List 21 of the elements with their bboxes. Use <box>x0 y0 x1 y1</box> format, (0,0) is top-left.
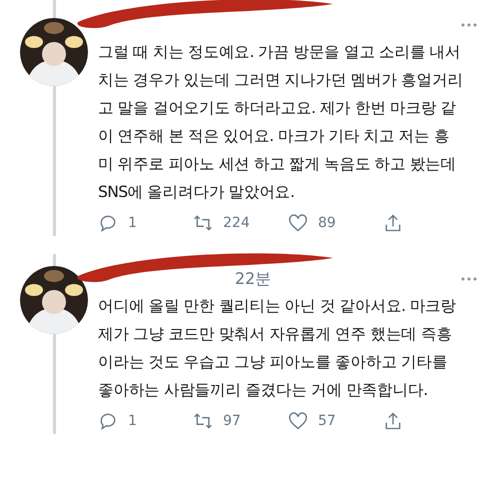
reply-icon[interactable] <box>98 411 118 431</box>
heart-icon[interactable] <box>288 213 308 233</box>
reply-icon[interactable] <box>98 213 118 233</box>
avatar[interactable] <box>20 266 88 334</box>
tweet-text: 어디에 올릴 만한 퀄리티는 아닌 것 같아서요. 마크랑 제가 그냥 코드만 맞춰서 자유롭게 연주 했는데 즉흥이라는 것도 우습고 그냥 피아노를 좋아하고 기타를 좋아하는 사람들끼리 즐겼다는 거에 만족합니다. <box>98 296 458 401</box>
like-count: 89 <box>318 215 336 231</box>
share-icon[interactable] <box>383 213 403 233</box>
retweet-count: 224 <box>223 215 250 231</box>
more-icon[interactable] <box>460 276 478 282</box>
retweet-count: 97 <box>223 413 241 429</box>
like-count: 57 <box>318 413 336 429</box>
retweet-icon[interactable] <box>193 411 213 431</box>
tweet-time: 22분 <box>234 268 272 290</box>
reply-count: 1 <box>128 413 137 429</box>
avatar[interactable] <box>20 18 88 86</box>
reply-count: 1 <box>128 215 137 231</box>
retweet-icon[interactable] <box>193 213 213 233</box>
share-icon[interactable] <box>383 411 403 431</box>
heart-icon[interactable] <box>288 411 308 431</box>
tweet-text: 그럴 때 치는 정도예요. 가끔 방문을 열고 소리를 내서 치는 경우가 있는데 그러면 지나가던 멤버가 흥얼거리고 말을 걸어오기도 하더라고요. 제가 한번 마크랑 같이 연주해 본 적은 있어요. 마크가 기타 치고 저는 흥미 위주로 피아노 세션 하고 짧게 녹음도 하고 봤는데 SNS에 올리려다가 말았어요. <box>98 42 464 203</box>
more-icon[interactable] <box>460 22 478 28</box>
